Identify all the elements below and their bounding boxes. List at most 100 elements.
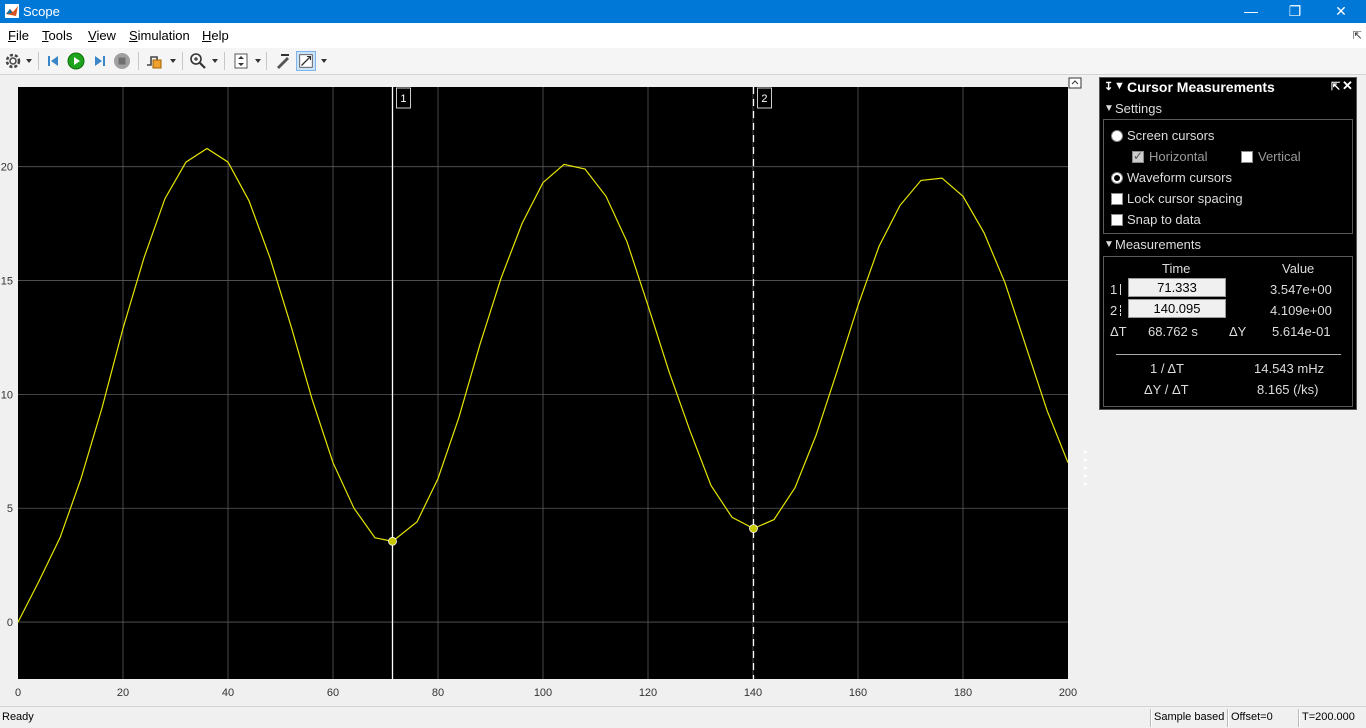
menu-bar: File Tools View Simulation Help ⇱ [0,23,1366,48]
undock-icon[interactable]: ⇱ [1331,80,1340,93]
cursor2-time-field[interactable]: 140.095 [1128,299,1226,318]
maximize-button[interactable]: ❐ [1272,0,1318,23]
inverse-delta-t-value: 14.543 mHz [1254,361,1325,376]
delta-y-label: ΔY [1229,324,1247,339]
slope-value: 8.165 (/ks) [1257,382,1319,397]
lock-cursor-spacing-label: Lock cursor spacing [1127,191,1243,206]
autoscale-icon[interactable] [231,51,251,71]
status-offset: Offset=0 [1231,711,1273,723]
status-divider [1150,709,1152,727]
toolbar-separator [38,52,39,70]
panel-title: Cursor Measurements [1127,79,1275,95]
x-tick-label: 0 [15,687,21,699]
toolbar [0,48,1366,75]
run-icon[interactable] [66,51,86,71]
chevron-down-icon[interactable] [255,59,261,63]
chevron-down-icon[interactable] [170,59,176,63]
close-panel-icon[interactable]: ✕ [1342,78,1353,94]
cursor1-line-icon [1120,284,1121,295]
chevron-down-icon[interactable] [26,59,32,63]
scope-plot[interactable]: 0 20 40 60 80 100 120 140 160 180 200 0 5 10 15 20 1 2 [0,76,1098,702]
step-forward-icon[interactable] [89,51,109,71]
delta-t-label: ΔT [1110,324,1127,339]
chevron-down-icon[interactable] [321,59,327,63]
settings-box: Screen cursors Horizontal Vertical Wavef… [1103,119,1353,234]
value-column-header: Value [1282,261,1315,276]
cursor-label: 2 [761,93,767,105]
measurements-triangle-icon[interactable]: ▼ [1104,239,1114,250]
waveform-cursors-label: Waveform cursors [1127,170,1232,185]
dock-arrow-icon[interactable]: ⇱ [1353,29,1362,42]
cursor-label: 1 [400,93,406,105]
minimize-button[interactable]: — [1228,0,1274,23]
window-title: Scope [23,4,60,19]
toolbar-separator [138,52,139,70]
close-button[interactable]: ✕ [1318,0,1364,23]
x-tick-label: 120 [639,687,657,699]
settings-triangle-icon[interactable]: ▼ [1104,103,1114,114]
cursor-marker [749,524,758,533]
cursor1-time-field[interactable]: 71.333 [1128,278,1226,297]
x-tick-label: 200 [1059,687,1077,699]
status-divider [1298,709,1300,727]
slope-label: ΔY / ΔT [1144,382,1189,397]
highlight-icon[interactable] [273,51,293,71]
x-tick-label: 40 [222,687,234,699]
x-tick-label: 80 [432,687,444,699]
screen-cursors-label: Screen cursors [1127,128,1215,143]
cursor-measurements-icon[interactable] [296,51,316,71]
chevron-down-icon[interactable] [212,59,218,63]
horizontal-label: Horizontal [1149,149,1208,164]
pin-icon[interactable]: ↧ [1104,80,1113,93]
toolbar-separator [224,52,225,70]
inverse-delta-t-label: 1 / ΔT [1150,361,1184,376]
y-tick-label: 0 [7,617,13,629]
y-tick-label: 15 [1,276,13,288]
toolbar-separator [266,52,267,70]
menu-file[interactable]: File [8,28,29,43]
step-back-icon[interactable] [44,51,64,71]
status-bar: Ready Sample based Offset=0 T=200.000 [0,706,1366,728]
trigger-icon[interactable] [144,51,164,71]
x-tick-label: 180 [954,687,972,699]
cursor1-row-label: 1 [1110,282,1118,297]
snap-to-data-label: Snap to data [1127,212,1201,227]
scope-display[interactable]: 0 20 40 60 80 100 120 140 160 180 200 0 5 10 15 20 1 2 ▸… [0,76,1098,702]
lock-cursor-spacing-checkbox[interactable] [1111,193,1123,205]
panel-collapse-arrows-icon[interactable]: ▸ ▸ ▸ ▸ ▸ [1084,448,1092,488]
title-bar: Scope — ❐ ✕ [0,0,1366,23]
matlab-logo-icon [5,4,19,18]
measurements-section-title[interactable]: Measurements [1115,237,1201,252]
y-tick-label: 5 [7,503,13,515]
settings-section-title[interactable]: Settings [1115,101,1162,116]
zoom-icon[interactable] [188,51,208,71]
stop-icon[interactable] [112,51,132,71]
measurements-divider [1116,354,1341,355]
menu-tools[interactable]: Tools [42,28,72,43]
status-divider [1227,709,1229,727]
menu-view[interactable]: View [88,28,116,43]
restore-layout-icon[interactable] [1068,77,1082,89]
waveform-cursors-radio[interactable] [1111,172,1123,184]
y-tick-label: 20 [1,162,13,174]
vertical-checkbox [1241,151,1253,163]
collapse-triangle-icon[interactable]: ▼ [1114,80,1125,92]
measurements-box: Time Value 1 71.333 3.547e+00 2 140.095 … [1103,256,1353,407]
x-tick-label: 140 [744,687,762,699]
gear-icon[interactable] [3,51,23,71]
snap-to-data-checkbox[interactable] [1111,214,1123,226]
screen-cursors-radio[interactable] [1111,130,1123,142]
vertical-label: Vertical [1258,149,1301,164]
status-time: T=200.000 [1302,711,1355,723]
cursor-marker [388,536,397,546]
cursor2-value: 4.109e+00 [1270,303,1332,318]
y-tick-label: 10 [1,389,13,401]
horizontal-checkbox [1132,149,1144,163]
status-ready: Ready [2,711,34,723]
toolbar-separator [182,52,183,70]
x-tick-label: 160 [849,687,867,699]
x-tick-label: 100 [534,687,552,699]
menu-help[interactable]: Help [202,28,229,43]
panel-header: ↧ ▼ Cursor Measurements ⇱ ✕ [1100,78,1356,98]
menu-simulation[interactable]: Simulation [129,28,190,43]
